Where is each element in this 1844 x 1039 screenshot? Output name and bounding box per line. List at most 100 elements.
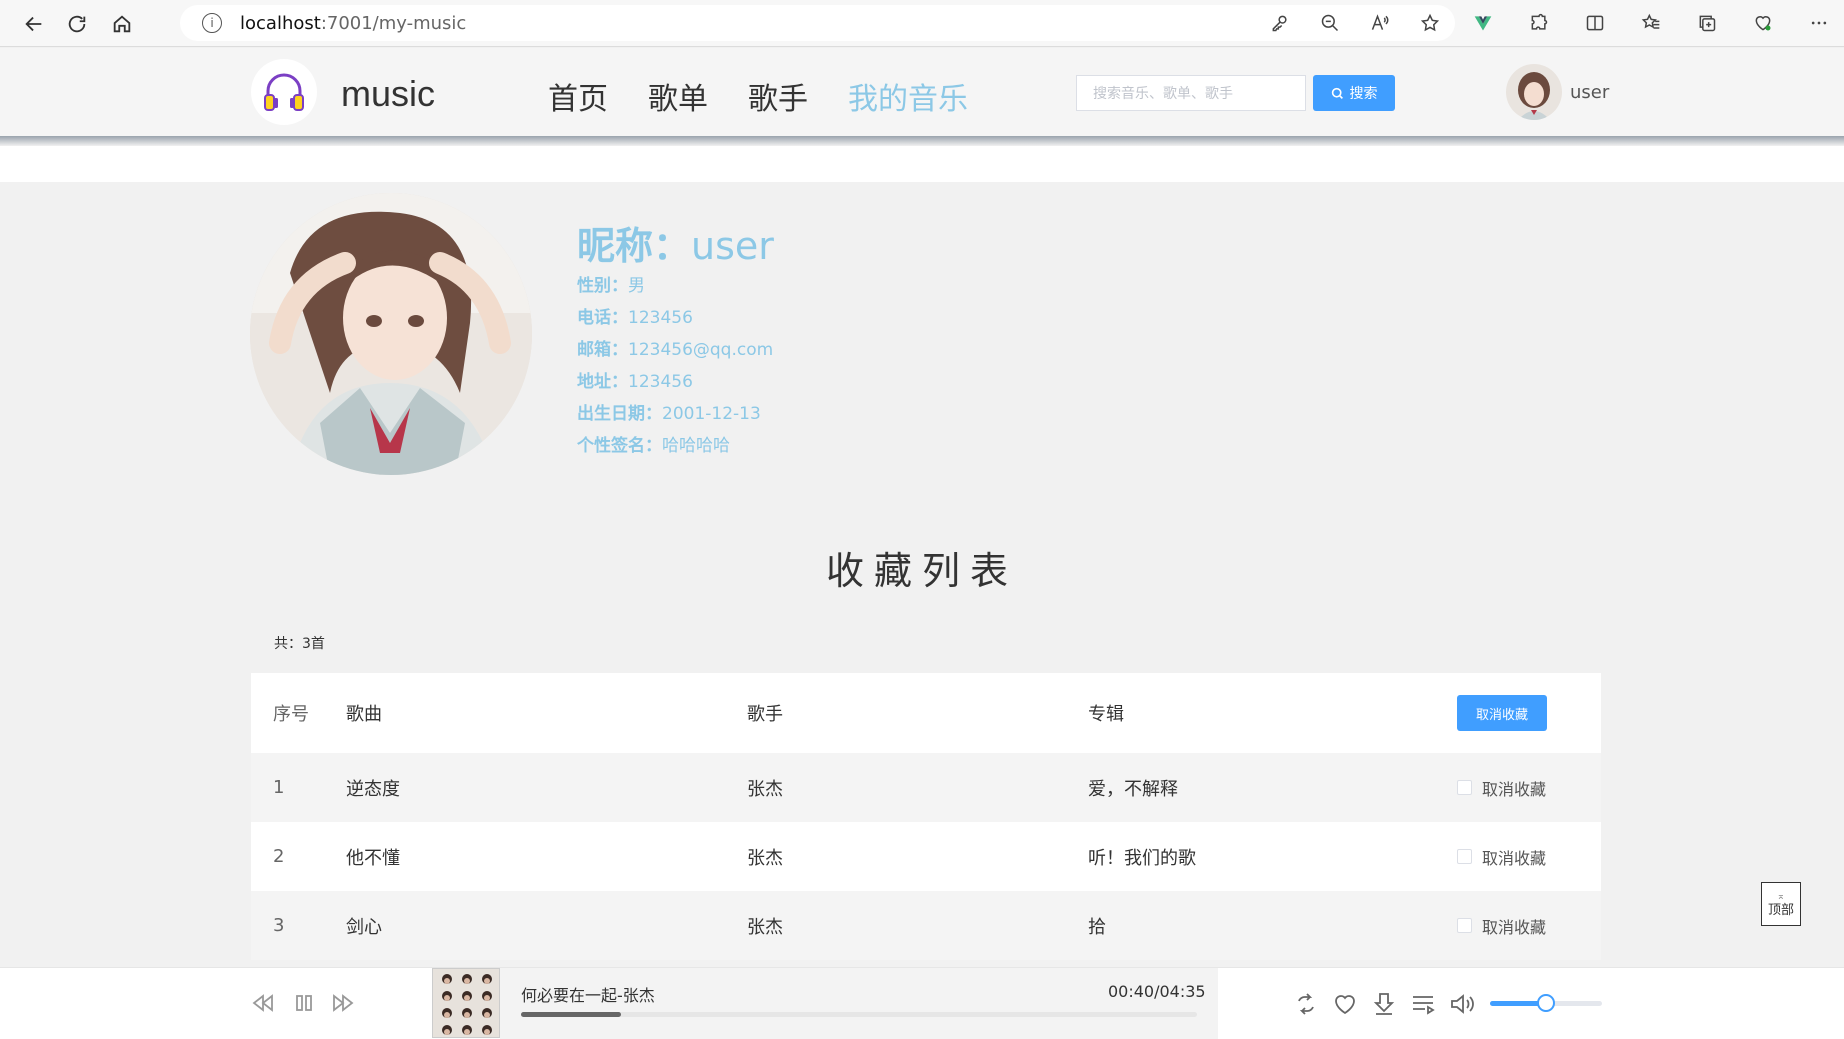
birthday-label: 出生日期： <box>577 404 662 424</box>
table-row[interactable]: 1 逆态度 张杰 爱，不解释 取消收藏 <box>251 753 1601 822</box>
unfavorite-all-button[interactable]: 取消收藏 <box>1457 695 1547 731</box>
nav-home[interactable]: 首页 <box>548 74 608 118</box>
logo-text[interactable]: music <box>341 73 435 115</box>
header-shadow <box>0 136 1844 146</box>
col-album: 专辑 <box>1088 704 1124 725</box>
row-album: 爱，不解释 <box>1088 778 1178 800</box>
loop-icon[interactable] <box>1292 990 1320 1018</box>
progress-fill <box>521 1012 622 1017</box>
table-row[interactable]: 2 他不懂 张杰 听！我们的歌 取消收藏 <box>251 822 1601 891</box>
signature-row: 个性签名：哈哈哈哈 <box>577 430 774 462</box>
split-screen-icon[interactable] <box>1582 10 1608 36</box>
app-header: music 首页 歌单 歌手 我的音乐 搜索音乐、歌单、歌手 搜索 user <box>0 48 1844 138</box>
heart-icon[interactable] <box>1331 990 1359 1018</box>
row-singer: 张杰 <box>747 916 783 938</box>
performance-icon[interactable] <box>1750 10 1776 36</box>
col-singer: 歌手 <box>747 704 783 725</box>
volume-handle[interactable] <box>1537 994 1555 1012</box>
unfavorite-checkbox[interactable] <box>1457 918 1472 933</box>
header-username[interactable]: user <box>1570 82 1609 103</box>
album-cover[interactable] <box>432 968 500 1038</box>
site-info-icon[interactable]: i <box>202 13 222 33</box>
read-aloud-icon[interactable] <box>1369 12 1391 34</box>
row-album: 听！我们的歌 <box>1088 847 1196 869</box>
row-song[interactable]: 剑心 <box>346 913 382 939</box>
browser-toolbar: i localhost:7001/my-music <box>0 0 1844 47</box>
unfavorite-checkbox[interactable] <box>1457 780 1472 795</box>
content-top-strip <box>0 146 1844 182</box>
collections-icon[interactable] <box>1694 10 1720 36</box>
col-index: 序号 <box>273 704 309 725</box>
row-unfavorite[interactable]: 取消收藏 <box>1457 776 1546 800</box>
playlist-icon[interactable] <box>1409 990 1437 1018</box>
unfavorite-label: 取消收藏 <box>1482 848 1547 868</box>
favorites-title: 收藏列表 <box>825 549 1018 593</box>
nickname: 昵称：user <box>577 222 774 270</box>
next-icon[interactable] <box>330 990 356 1016</box>
row-singer: 张杰 <box>747 847 783 869</box>
music-player: 何必要在一起-张杰 00:40/04:35 <box>0 967 1844 1039</box>
nav-playlists[interactable]: 歌单 <box>648 74 708 118</box>
phone-value: 123456 <box>628 308 693 328</box>
back-to-top-button[interactable]: ⌅ 顶部 <box>1761 882 1801 926</box>
address-row: 地址：123456 <box>577 366 774 398</box>
unfavorite-label: 取消收藏 <box>1482 779 1547 799</box>
phone-row: 电话：123456 <box>577 302 774 334</box>
extensions-icon[interactable] <box>1526 10 1552 36</box>
nav-singers[interactable]: 歌手 <box>748 74 808 118</box>
pause-icon[interactable] <box>291 990 317 1016</box>
gender-label: 性别： <box>577 276 628 296</box>
url-host: localhost <box>240 12 321 34</box>
table-row[interactable]: 3 剑心 张杰 拾 取消收藏 <box>251 891 1601 960</box>
table-header: 序号 歌曲 歌手 专辑 取消收藏 <box>251 673 1601 753</box>
row-song[interactable]: 他不懂 <box>346 844 400 870</box>
profile-avatar <box>250 193 532 475</box>
birthday-row: 出生日期：2001-12-13 <box>577 398 774 430</box>
headphones-icon <box>264 73 304 111</box>
key-icon[interactable] <box>1269 12 1291 34</box>
address-bar[interactable]: i localhost:7001/my-music <box>180 5 1455 41</box>
row-index: 2 <box>273 846 285 867</box>
favorites-table: 序号 歌曲 歌手 专辑 取消收藏 1 逆态度 张杰 爱，不解释 取消收藏 2 他… <box>251 673 1601 960</box>
main-nav: 首页 歌单 歌手 我的音乐 <box>548 74 968 118</box>
favorite-star-icon[interactable] <box>1419 12 1441 34</box>
home-icon[interactable] <box>100 2 144 46</box>
download-icon[interactable] <box>1370 990 1398 1018</box>
header-avatar[interactable] <box>1506 64 1562 120</box>
previous-icon[interactable] <box>250 990 276 1016</box>
favorites-count: 共：3首 <box>274 636 325 652</box>
row-song[interactable]: 逆态度 <box>346 775 400 801</box>
search-button[interactable]: 搜索 <box>1313 75 1395 111</box>
vue-devtools-icon[interactable] <box>1470 10 1496 36</box>
phone-label: 电话： <box>577 308 628 328</box>
birthday-value: 2001-12-13 <box>662 404 761 424</box>
address-label: 地址： <box>577 372 628 392</box>
email-value: 123456@qq.com <box>628 340 774 360</box>
row-index: 1 <box>273 777 285 798</box>
arrow-up-icon: ⌅ <box>1776 891 1786 902</box>
logo[interactable] <box>251 59 317 125</box>
search-icon <box>1331 87 1343 99</box>
favorites-icon[interactable] <box>1638 10 1664 36</box>
back-icon[interactable] <box>12 2 56 46</box>
row-album: 拾 <box>1088 916 1106 938</box>
col-song: 歌曲 <box>346 704 382 725</box>
row-index: 3 <box>273 915 285 936</box>
now-playing-time: 00:40/04:35 <box>1108 982 1206 1001</box>
refresh-icon[interactable] <box>55 2 99 46</box>
more-menu-icon[interactable] <box>1806 10 1832 36</box>
row-unfavorite[interactable]: 取消收藏 <box>1457 914 1546 938</box>
row-unfavorite[interactable]: 取消收藏 <box>1457 845 1546 869</box>
unfavorite-checkbox[interactable] <box>1457 849 1472 864</box>
back-to-top-label: 顶部 <box>1767 903 1794 918</box>
nav-my-music[interactable]: 我的音乐 <box>848 74 968 118</box>
signature-value: 哈哈哈哈 <box>662 436 730 456</box>
zoom-out-icon[interactable] <box>1319 12 1341 34</box>
profile-info: 昵称：user 性别：男 电话：123456 邮箱：123456@qq.com … <box>577 222 774 462</box>
volume-icon[interactable] <box>1448 990 1476 1018</box>
search-button-label: 搜索 <box>1349 86 1378 102</box>
progress-bar[interactable] <box>521 1012 1197 1017</box>
signature-label: 个性签名： <box>577 436 662 456</box>
search-input[interactable]: 搜索音乐、歌单、歌手 <box>1076 75 1306 111</box>
gender-value: 男 <box>628 276 645 296</box>
